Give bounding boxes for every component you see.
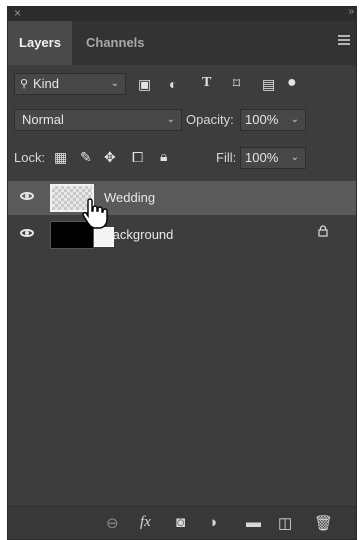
fx-icon[interactable]: fx bbox=[140, 514, 151, 531]
collapse-icon[interactable]: » bbox=[348, 6, 353, 17]
chevron-down-icon: ⌄ bbox=[166, 114, 175, 125]
chevron-down-icon: ⌄ bbox=[290, 114, 299, 125]
panel-titlebar: × » bbox=[8, 6, 356, 21]
type-filter-icon[interactable]: T bbox=[202, 75, 211, 91]
close-icon[interactable]: × bbox=[14, 6, 21, 20]
trash-icon[interactable]: 🗑︎ bbox=[314, 514, 333, 532]
layers-list: Wedding Background bbox=[8, 181, 356, 501]
panel-tabs: Layers Channels bbox=[8, 21, 356, 65]
opacity-field[interactable]: 100% ⌄ bbox=[240, 109, 306, 131]
adjustment-layer-icon[interactable]: ◑ bbox=[208, 514, 217, 531]
visibility-eye-icon[interactable] bbox=[20, 192, 34, 200]
lock-label: Lock: bbox=[14, 150, 46, 165]
layers-panel: × » Layers Channels ⚲ Kind ⌄ ▣ ◐ T ⌑ ▤ ●… bbox=[7, 6, 357, 540]
adjustment-filter-icon[interactable]: ◐ bbox=[169, 76, 177, 92]
lock-all-icon[interactable]: 🔒︎ bbox=[160, 148, 167, 165]
lock-image-icon[interactable]: ✎ bbox=[80, 149, 92, 166]
link-layers-icon[interactable]: ⊖ bbox=[106, 514, 119, 532]
blend-mode-select[interactable]: Normal ⌄ bbox=[14, 109, 182, 131]
layer-name: Background bbox=[104, 227, 174, 242]
panel-menu-icon[interactable] bbox=[338, 35, 350, 45]
opacity-label: Opacity: bbox=[186, 112, 234, 127]
bottom-toolbar: ⊖ fx ◙ ◑ ▬ ◫ 🗑︎ bbox=[8, 506, 356, 539]
mask-icon[interactable]: ◙ bbox=[176, 514, 185, 531]
fill-field[interactable]: 100% ⌄ bbox=[240, 147, 306, 169]
new-layer-icon[interactable]: ◫ bbox=[278, 514, 292, 532]
fill-value: 100% bbox=[245, 150, 279, 165]
lock-row: Lock: ▦ ✎ ✥ ⧠ 🔒︎ Fill: 100% ⌄ bbox=[8, 145, 356, 173]
hand-cursor-icon bbox=[82, 198, 108, 229]
filter-kind-select[interactable]: ⚲ Kind ⌄ bbox=[14, 73, 126, 95]
image-filter-icon[interactable]: ▣ bbox=[138, 76, 151, 93]
tab-channels[interactable]: Channels bbox=[86, 21, 145, 65]
blend-row: Normal ⌄ Opacity: 100% ⌄ bbox=[8, 108, 356, 136]
visibility-eye-icon[interactable] bbox=[20, 229, 34, 237]
filter-kind-value: Kind bbox=[33, 76, 60, 91]
search-icon: ⚲ bbox=[20, 78, 29, 90]
blend-mode-value: Normal bbox=[22, 112, 64, 127]
layer-row-wedding[interactable]: Wedding bbox=[8, 181, 356, 215]
lock-position-icon[interactable]: ✥ bbox=[104, 149, 116, 166]
shape-filter-icon[interactable]: ⌑ bbox=[233, 75, 240, 92]
smart-object-filter-icon[interactable]: ▤ bbox=[262, 76, 275, 93]
tab-layers[interactable]: Layers bbox=[8, 21, 72, 65]
toggle-filter-icon[interactable]: ● bbox=[287, 74, 297, 92]
lock-icon bbox=[318, 225, 328, 237]
opacity-value: 100% bbox=[245, 112, 279, 127]
fill-label: Fill: bbox=[216, 150, 237, 165]
group-folder-icon[interactable]: ▬ bbox=[246, 514, 261, 531]
layer-name: Wedding bbox=[104, 190, 156, 205]
layer-row-background[interactable]: Background bbox=[8, 218, 356, 252]
filter-row: ⚲ Kind ⌄ ▣ ◐ T ⌑ ▤ ● bbox=[8, 71, 356, 99]
lock-artboard-icon[interactable]: ⧠ bbox=[132, 149, 143, 166]
lock-transparent-icon[interactable]: ▦ bbox=[54, 149, 67, 166]
chevron-down-icon: ⌄ bbox=[110, 78, 119, 89]
chevron-down-icon: ⌄ bbox=[290, 152, 299, 163]
